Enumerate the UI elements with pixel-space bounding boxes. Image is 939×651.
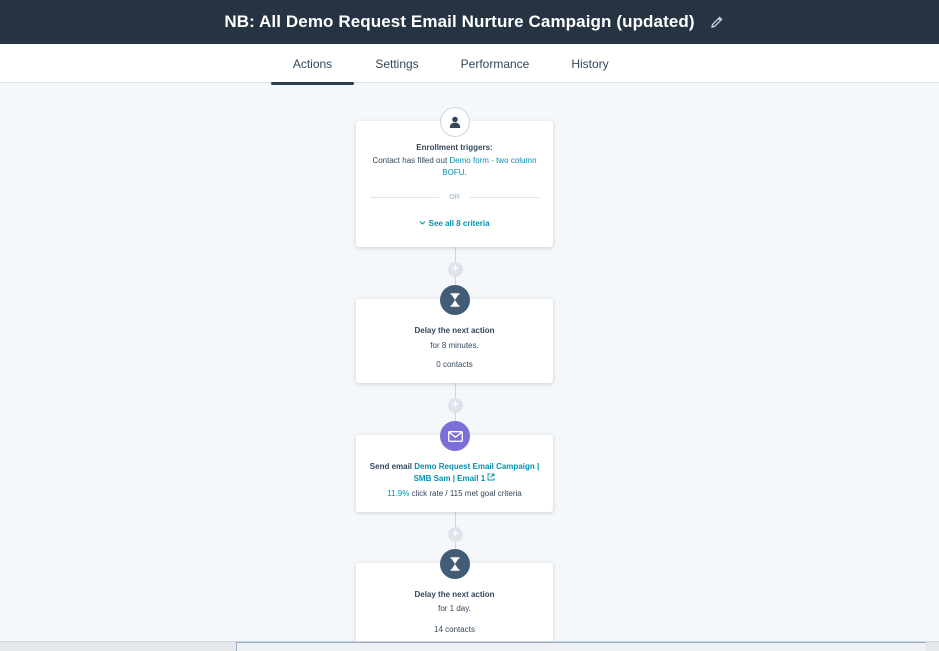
delay-contacts[interactable]: 0 contacts bbox=[356, 359, 553, 371]
delay-detail: for 1 day. bbox=[438, 604, 471, 613]
top-bar: NB: All Demo Request Email Nurture Campa… bbox=[0, 0, 939, 44]
tab-bar: Actions Settings Performance History bbox=[0, 44, 939, 85]
hourglass-icon bbox=[440, 549, 470, 579]
workflow-title: NB: All Demo Request Email Nurture Campa… bbox=[224, 12, 695, 31]
trigger-prefix: Contact has filled out bbox=[372, 156, 448, 165]
hourglass-icon bbox=[440, 285, 470, 315]
delay-detail: for 8 minutes. bbox=[430, 341, 479, 350]
email-link-cont[interactable]: SMB Sam | Email 1 bbox=[414, 474, 486, 483]
add-action-button[interactable]: + bbox=[448, 527, 463, 542]
tab-label: History bbox=[571, 56, 609, 71]
add-action-button[interactable]: + bbox=[448, 398, 463, 413]
chevron-down-icon bbox=[419, 219, 428, 228]
or-divider: OR bbox=[370, 194, 539, 201]
send-email-label: Send email bbox=[369, 462, 413, 471]
email-link[interactable]: Demo Request Email Campaign | bbox=[414, 462, 539, 471]
trigger-heading: Enrollment triggers: bbox=[416, 143, 493, 152]
tab-history[interactable]: History bbox=[556, 44, 624, 83]
click-rate[interactable]: 11.9% bbox=[387, 489, 409, 498]
form-link-cont[interactable]: BOFU bbox=[442, 168, 464, 177]
tab-label: Actions bbox=[292, 56, 333, 71]
tab-performance[interactable]: Performance bbox=[450, 44, 540, 83]
email-line-cont: SMB Sam | Email 1 bbox=[356, 473, 553, 485]
add-action-button[interactable]: + bbox=[448, 262, 463, 277]
enrollment-trigger-card[interactable]: Enrollment triggers: Contact has filled … bbox=[356, 121, 553, 247]
or-label: OR bbox=[449, 194, 460, 201]
trigger-period: . bbox=[464, 168, 467, 177]
tab-settings[interactable]: Settings bbox=[362, 44, 432, 83]
delay-heading: Delay the next action bbox=[414, 590, 495, 599]
tab-label: Performance bbox=[460, 56, 530, 71]
tab-label: Settings bbox=[375, 56, 419, 71]
trigger-criteria-cont: BOFU. bbox=[356, 167, 553, 179]
tab-actions[interactable]: Actions bbox=[271, 44, 354, 85]
trigger-criteria: Contact has filled out Demo form - two c… bbox=[356, 155, 553, 167]
person-icon bbox=[440, 107, 470, 137]
email-stats: 11.9% click rate / 115 met goal criteria bbox=[356, 488, 553, 500]
envelope-icon bbox=[440, 421, 470, 451]
pencil-icon[interactable] bbox=[707, 12, 727, 32]
horizontal-scrollbar[interactable] bbox=[0, 641, 939, 651]
scrollbar-thumb[interactable] bbox=[236, 642, 926, 651]
external-link-icon[interactable] bbox=[487, 473, 495, 483]
delay-heading: Delay the next action bbox=[414, 326, 495, 335]
click-rate-suffix: click rate / 115 met goal criteria bbox=[411, 489, 522, 498]
see-all-criteria[interactable]: See all 8 criteria bbox=[356, 218, 553, 230]
form-link[interactable]: Demo form - two column bbox=[449, 156, 536, 165]
delay-contacts[interactable]: 14 contacts bbox=[356, 624, 553, 636]
email-line: Send email Demo Request Email Campaign | bbox=[356, 461, 553, 473]
see-all-link[interactable]: See all 8 criteria bbox=[429, 219, 490, 228]
